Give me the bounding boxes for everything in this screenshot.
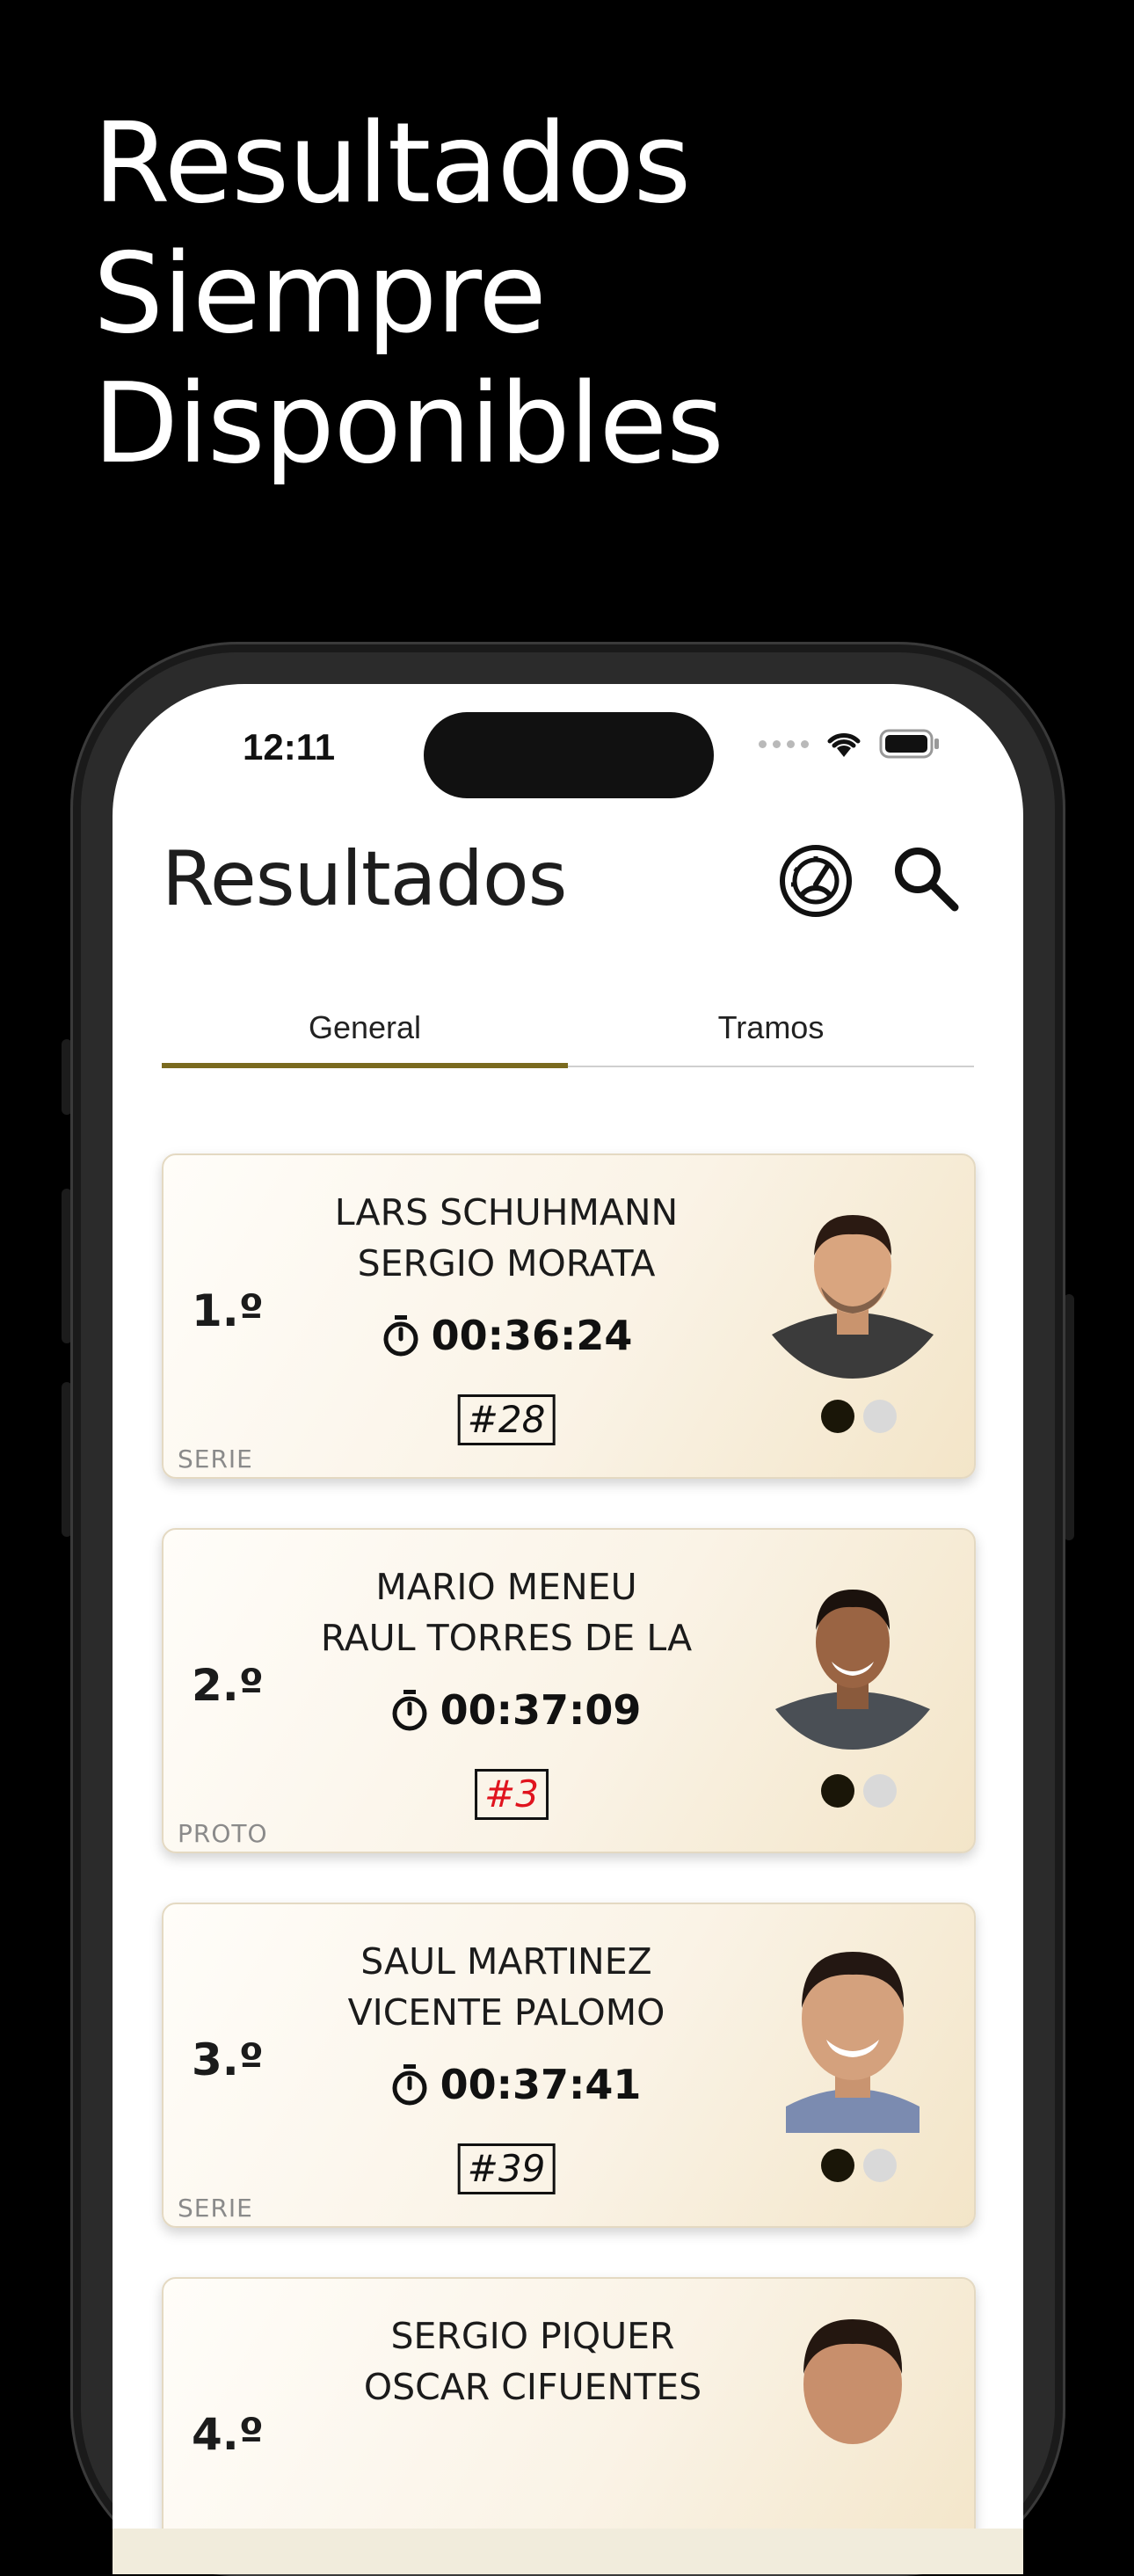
driver-name: SAUL MARTINEZ: [360, 1940, 652, 1983]
car-number-badge: #28: [457, 1394, 556, 1445]
carousel-dots: [821, 1400, 897, 1433]
cellular-signal-icon: [759, 739, 809, 748]
search-icon[interactable]: [890, 842, 962, 914]
position-label: 1.º: [192, 1285, 264, 1336]
tab-selected-indicator: [162, 1063, 568, 1068]
result-card[interactable]: 2.º MARIO MENEU RAUL TORRES DE LA 00:37:…: [162, 1528, 976, 1853]
hero-heading: Resultados Siempre Disponibles: [93, 98, 724, 489]
time-row: 00:37:09: [287, 1686, 744, 1734]
category-label: SERIE: [178, 2194, 253, 2223]
tab-bar: General Tramos: [162, 988, 974, 1069]
speedometer-icon[interactable]: [777, 842, 854, 920]
category-label: PROTO: [178, 1819, 268, 1848]
driver-name: SERGIO PIQUER: [390, 2315, 675, 2357]
time-value: 00:37:09: [440, 1686, 642, 1734]
battery-icon: [879, 729, 939, 759]
stopwatch-icon: [392, 1690, 427, 1731]
dot-active: [821, 1774, 854, 1808]
car-number-badge: #39: [457, 2143, 556, 2194]
hero-line-1: Resultados: [93, 98, 691, 228]
position-label: 2.º: [192, 1660, 264, 1711]
driver-name: LARS SCHUHMANN: [334, 1191, 679, 1233]
category-label: SERIE: [178, 1444, 253, 1474]
stopwatch-icon: [383, 1315, 418, 1357]
driver-avatar: [775, 1590, 930, 1750]
car-number-badge: #3: [475, 1769, 549, 1820]
wifi-icon: [827, 733, 861, 757]
hero-line-3: Disponibles: [93, 359, 724, 488]
crew-names: SAUL MARTINEZ VICENTE PALOMO: [287, 1936, 726, 2038]
codriver-name: SERGIO MORATA: [357, 1242, 656, 1284]
crew-names: MARIO MENEU RAUL TORRES DE LA: [269, 1561, 744, 1663]
status-indicators: [759, 728, 941, 760]
dot-inactive: [863, 2149, 897, 2182]
tab-tramos[interactable]: Tramos: [568, 988, 974, 1067]
time-value: 00:37:41: [440, 2061, 642, 2108]
result-card[interactable]: 1.º LARS SCHUHMANN SERGIO MORATA 00:36:2…: [162, 1153, 976, 1479]
hero-line-2: Siempre: [93, 229, 547, 358]
crew-names: SERGIO PIQUER OSCAR CIFUENTES: [304, 2310, 761, 2412]
position-label: 4.º: [192, 2409, 264, 2460]
dot-inactive: [863, 1400, 897, 1433]
driver-name: MARIO MENEU: [375, 1566, 637, 1608]
dynamic-island: [424, 712, 714, 798]
time-row: 00:37:41: [287, 2061, 744, 2108]
codriver-name: VICENTE PALOMO: [347, 1991, 665, 2034]
tab-general[interactable]: General: [162, 988, 568, 1067]
phone-screen: 12:11 Resultados General Tramos 1.º LARS…: [113, 684, 1023, 2574]
codriver-name: RAUL TORRES DE LA: [320, 1617, 693, 1659]
crew-names: LARS SCHUHMANN SERGIO MORATA: [287, 1187, 726, 1289]
stopwatch-icon: [392, 2064, 427, 2106]
dot-active: [821, 2149, 854, 2182]
driver-avatar: [772, 1215, 934, 1379]
driver-avatar: [786, 1952, 920, 2133]
bottom-nav-bar: [113, 2529, 1023, 2574]
dot-inactive: [863, 1774, 897, 1808]
result-card[interactable]: 3.º SAUL MARTINEZ VICENTE PALOMO 00:37:4…: [162, 1903, 976, 2228]
dot-active: [821, 1400, 854, 1433]
carousel-dots: [821, 1774, 897, 1808]
time-row: 00:36:24: [287, 1312, 726, 1359]
page-title: Resultados: [162, 835, 567, 923]
time-value: 00:36:24: [431, 1312, 633, 1359]
status-time: 12:11: [243, 726, 336, 768]
carousel-dots: [821, 2149, 897, 2182]
driver-avatar: [803, 2319, 903, 2444]
position-label: 3.º: [192, 2034, 264, 2085]
codriver-name: OSCAR CIFUENTES: [363, 2366, 702, 2408]
